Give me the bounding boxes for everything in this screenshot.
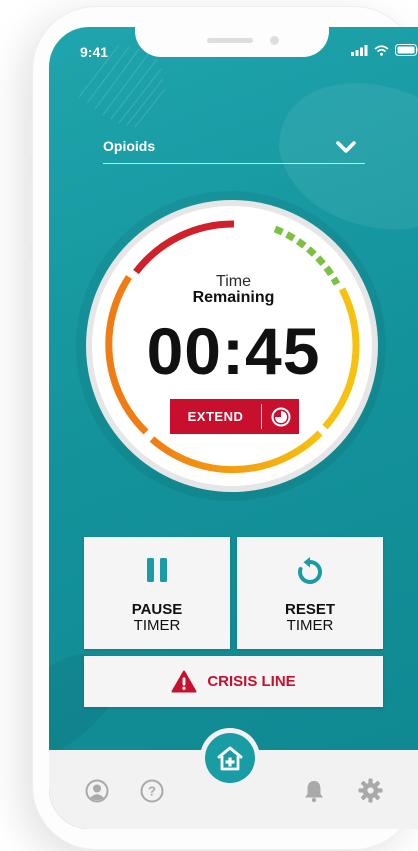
dropdown-selected-value: Opioids: [103, 138, 156, 154]
extend-button[interactable]: EXTEND: [170, 399, 299, 434]
pause-icon: [84, 557, 230, 583]
status-icons: [351, 44, 418, 56]
svg-text:?: ?: [148, 784, 156, 799]
timer-icon: [262, 407, 299, 427]
pause-sublabel: TIMER: [133, 617, 181, 634]
crisis-line-button[interactable]: CRISIS LINE: [84, 656, 383, 707]
phone-volume-down: [24, 258, 32, 320]
wifi-icon: [374, 44, 389, 56]
substance-dropdown[interactable]: Opioids: [103, 131, 365, 164]
extend-label: EXTEND: [187, 409, 244, 424]
help-icon[interactable]: ?: [140, 779, 164, 803]
signal-icon: [351, 44, 368, 56]
home-button[interactable]: [205, 733, 255, 783]
pause-label: PAUSE: [131, 601, 183, 618]
bell-icon[interactable]: [303, 779, 325, 803]
speaker-grill: [207, 38, 253, 43]
reset-icon: [237, 557, 383, 587]
gear-icon[interactable]: [358, 778, 383, 803]
pause-timer-button[interactable]: PAUSE TIMER: [84, 537, 230, 649]
status-time: 9:41: [80, 44, 109, 60]
profile-icon[interactable]: [85, 779, 109, 803]
crisis-line-label: CRISIS LINE: [207, 673, 296, 690]
reset-timer-button[interactable]: RESET TIMER: [237, 537, 383, 649]
phone-volume-up: [24, 182, 32, 244]
phone-notch: [135, 27, 329, 57]
reset-label: RESET: [284, 601, 335, 618]
phone-side-button: [24, 120, 32, 158]
warning-icon: [171, 670, 197, 693]
home-icon: [217, 746, 243, 771]
chevron-down-icon: [336, 141, 356, 153]
front-camera: [270, 36, 279, 45]
remaining-label: Remaining: [192, 289, 275, 306]
countdown-display: 00:45: [146, 314, 321, 388]
reset-sublabel: TIMER: [286, 617, 334, 634]
app-screen: 9:41 Opioids Time Remaining 00:45 EXTEND…: [49, 27, 418, 829]
battery-icon: [395, 44, 418, 56]
